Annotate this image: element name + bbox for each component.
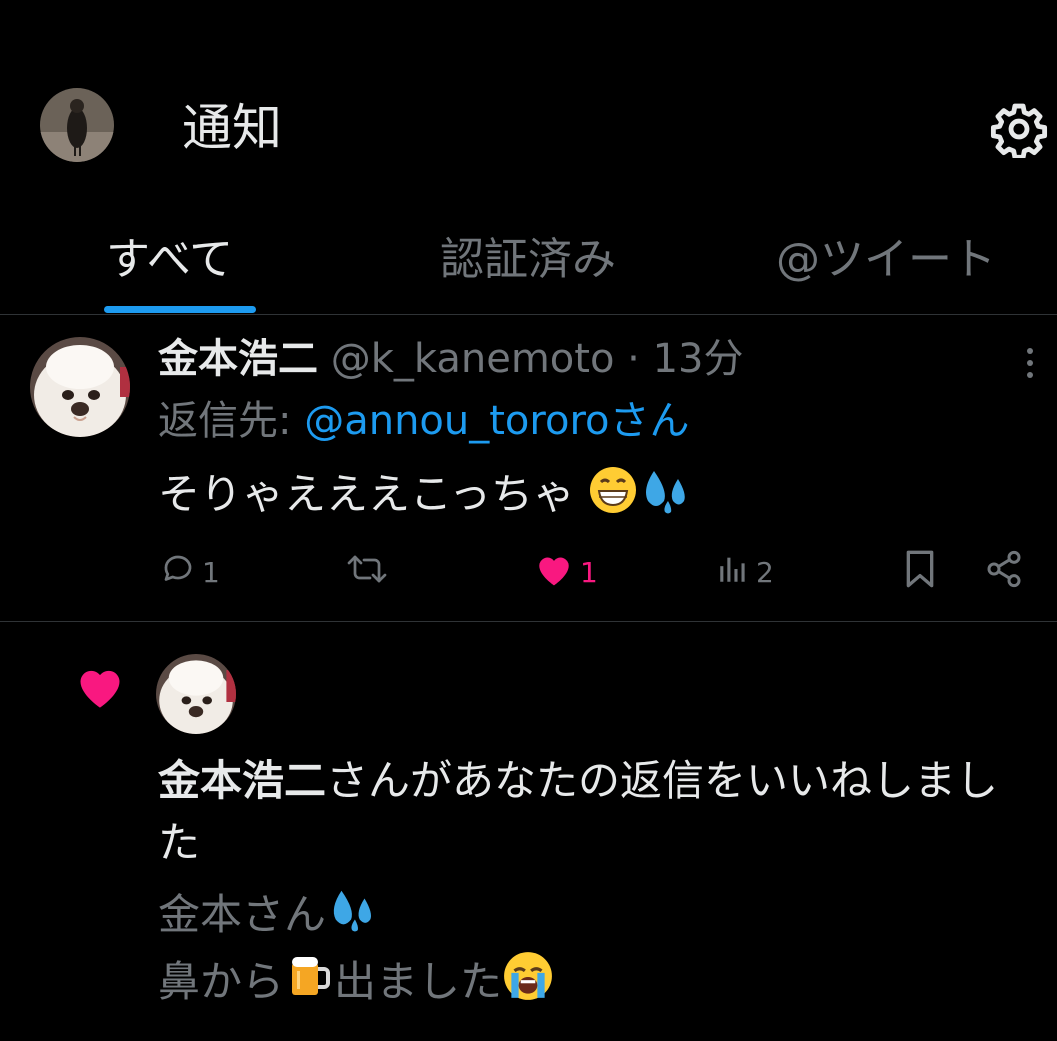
share-button[interactable]	[984, 547, 1024, 597]
notification-tabs: すべて 認証済み @ツイート	[0, 210, 1057, 315]
reply-to-line: 返信先: @annou_tororoさん	[158, 395, 689, 447]
like-button[interactable]: 1	[534, 547, 598, 597]
reply-to-link[interactable]: @annou_tororoさん	[304, 398, 689, 444]
tab-mentions[interactable]: @ツイート	[776, 230, 996, 290]
reply-button[interactable]: 1	[160, 547, 220, 597]
notification-text: 金本浩二さんがあなたの返信をいいねしました	[158, 750, 1038, 874]
tweet-actions: 1 1 2	[0, 547, 1057, 597]
beer-mug-icon	[284, 951, 334, 1018]
actor-avatar[interactable]	[156, 654, 236, 734]
quote-line-2-text-a: 鼻から	[158, 957, 285, 1006]
reply-icon	[160, 551, 196, 594]
page-title: 通知	[182, 99, 282, 157]
more-options-icon[interactable]	[1020, 343, 1040, 383]
views-button[interactable]: 2	[716, 547, 774, 597]
bar-chart-icon	[716, 552, 750, 593]
gear-icon[interactable]	[990, 100, 1048, 160]
tweet-time[interactable]: 13分	[653, 336, 744, 382]
tweet-item[interactable]: 金本浩二 @k_kanemoto · 13分 返信先: @annou_toror…	[0, 315, 1057, 622]
like-notification[interactable]: 金本浩二さんがあなたの返信をいいねしました 金本さん 鼻から 出ました	[0, 622, 1057, 1041]
quote-line-1-text: 金本さん	[158, 890, 327, 939]
quote-line-1: 金本さん	[158, 884, 1038, 950]
actor-name[interactable]: 金本浩二	[158, 756, 326, 805]
active-tab-indicator	[104, 306, 256, 313]
like-count: 1	[580, 555, 598, 589]
author-handle[interactable]: @k_kanemoto	[331, 336, 615, 382]
author-avatar[interactable]	[30, 337, 130, 437]
heart-filled-icon	[534, 551, 574, 594]
tweet-body: そりゃえええこっちゃ	[158, 469, 576, 519]
crying-face-icon	[502, 950, 554, 1019]
quote-line-2-text-b: 出ました	[334, 957, 503, 1006]
meta-separator: ·	[627, 336, 640, 382]
sweat-droplets-icon	[326, 885, 380, 950]
views-count: 2	[756, 555, 774, 589]
reply-count: 1	[202, 555, 220, 589]
sweat-droplets-icon	[638, 465, 694, 529]
heart-icon	[74, 662, 126, 710]
tab-verified[interactable]: 認証済み	[440, 230, 616, 290]
share-icon	[984, 549, 1024, 596]
liked-reply-preview[interactable]: 金本さん 鼻から 出ました	[158, 884, 1038, 1019]
tab-all[interactable]: すべて	[106, 230, 233, 290]
bookmark-icon	[902, 549, 938, 596]
quote-line-2: 鼻から 出ました	[158, 950, 1038, 1019]
grinning-face-icon	[588, 465, 638, 529]
retweet-button[interactable]	[344, 547, 396, 597]
notifications-header: 通知	[0, 0, 1057, 210]
author-name[interactable]: 金本浩二	[158, 336, 318, 382]
my-avatar[interactable]	[40, 88, 114, 162]
tweet-text: そりゃえええこっちゃ	[158, 465, 694, 529]
retweet-icon	[344, 551, 390, 594]
bookmark-button[interactable]	[902, 547, 938, 597]
reply-to-prefix: 返信先:	[158, 398, 305, 444]
tweet-header: 金本浩二 @k_kanemoto · 13分	[158, 333, 743, 385]
